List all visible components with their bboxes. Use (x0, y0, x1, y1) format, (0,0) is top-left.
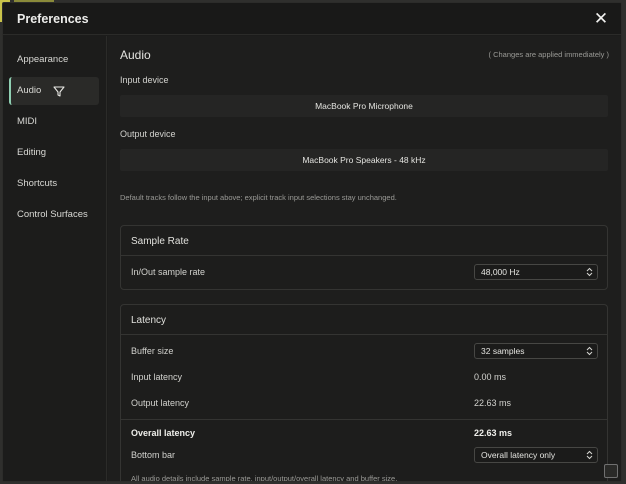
section-title: Audio (120, 48, 151, 62)
sidebar-item-audio[interactable]: Audio (9, 77, 99, 105)
close-icon[interactable]: ✕ (593, 10, 609, 27)
sidebar-item-label: MIDI (17, 116, 38, 127)
buffer-size-label: Buffer size (131, 346, 174, 356)
output-device-selector[interactable]: MacBook Pro Speakers - 48 kHz (120, 149, 608, 171)
resize-grip-icon[interactable] (604, 464, 618, 478)
overall-latency-label: Overall latency (131, 428, 196, 438)
preferences-dialog: Preferences ✕ Appearance Audio MIDI Edit… (2, 2, 622, 482)
sidebar-item-label: Editing (17, 147, 47, 158)
sidebar-item-appearance[interactable]: Appearance (9, 46, 99, 74)
audio-settings-pane: Audio ( Changes are applied immediately … (108, 36, 621, 482)
panel-divider (121, 334, 607, 335)
input-device-selector[interactable]: MacBook Pro Microphone (120, 95, 608, 117)
sample-rate-label: In/Out sample rate (131, 267, 206, 277)
dialog-titlebar: Preferences ✕ (3, 3, 621, 35)
chevron-updown-icon (586, 450, 593, 460)
preferences-sidebar: Appearance Audio MIDI Editing Shortcuts … (3, 36, 107, 481)
panel-divider (121, 419, 607, 420)
bottom-bar-select[interactable]: Overall latency only (474, 447, 598, 463)
output-latency-value: 22.63 ms (474, 398, 512, 408)
sample-rate-select[interactable]: 48,000 Hz (474, 264, 598, 280)
panel-divider (121, 255, 607, 256)
select-value: 48,000 Hz (481, 267, 520, 277)
sidebar-item-label: Appearance (17, 54, 69, 65)
sidebar-item-midi[interactable]: MIDI (9, 108, 99, 136)
sidebar-item-label: Shortcuts (17, 178, 58, 189)
chevron-updown-icon (586, 267, 593, 277)
panel-title: Sample Rate (131, 236, 189, 247)
sidebar-item-label: Control Surfaces (17, 209, 88, 220)
sidebar-item-shortcuts[interactable]: Shortcuts (9, 170, 99, 198)
input-latency-value: 0.00 ms (474, 372, 507, 382)
select-value: Overall latency only (481, 450, 556, 460)
device-hint-text: Default tracks follow the input above; e… (120, 193, 397, 202)
sidebar-item-editing[interactable]: Editing (9, 139, 99, 167)
applied-immediately-note: ( Changes are applied immediately ) (488, 50, 609, 59)
buffer-size-select[interactable]: 32 samples (474, 343, 598, 359)
dialog-title: Preferences (17, 12, 89, 26)
sidebar-item-label: Audio (17, 85, 42, 96)
sample-rate-panel: Sample Rate In/Out sample rate 48,000 Hz (120, 225, 608, 290)
chevron-updown-icon (586, 346, 593, 356)
input-latency-label: Input latency (131, 372, 183, 382)
funnel-cursor-icon (53, 86, 65, 97)
sidebar-item-control-surfaces[interactable]: Control Surfaces (9, 201, 99, 229)
overall-latency-value: 22.63 ms (474, 428, 513, 438)
output-device-label: Output device (120, 129, 176, 139)
panel-title: Latency (131, 315, 167, 326)
latency-footnote: All audio details include sample rate, i… (131, 474, 398, 482)
latency-panel: Latency Buffer size 32 samples Input lat… (120, 304, 608, 482)
select-value: 32 samples (481, 346, 525, 356)
bottom-bar-label: Bottom bar (131, 450, 176, 460)
output-latency-label: Output latency (131, 398, 190, 408)
input-device-label: Input device (120, 75, 169, 85)
